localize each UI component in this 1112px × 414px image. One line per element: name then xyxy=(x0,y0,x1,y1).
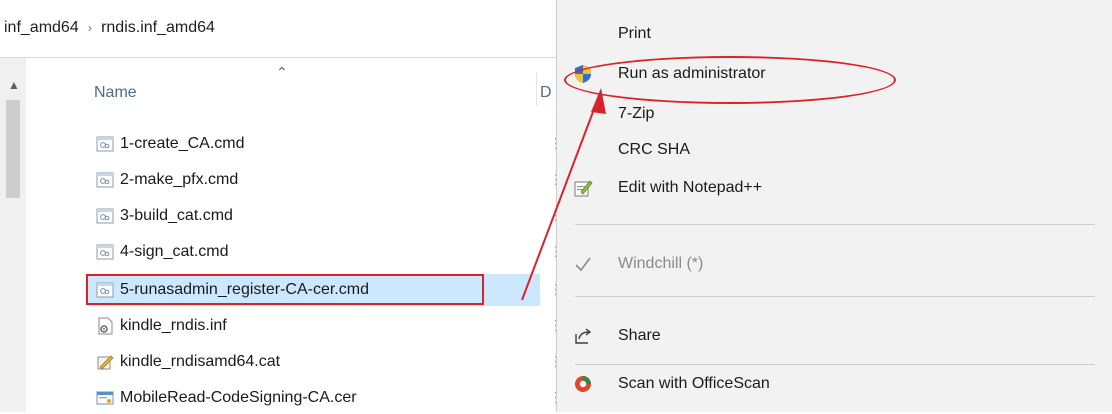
file-name: 4-sign_cat.cmd xyxy=(120,243,229,260)
breadcrumb: inf_amd64 › rndis.inf_amd64 xyxy=(4,19,215,37)
menu-item-scan-with-officescan[interactable]: Scan with OfficeScan xyxy=(557,366,1112,402)
file-row[interactable]: MobileRead-CodeSigning-CA.cer xyxy=(88,382,540,414)
scroll-up-arrow-icon[interactable]: ▲ xyxy=(8,78,20,92)
scrollbar-thumb[interactable] xyxy=(6,100,20,198)
certificate-file-icon xyxy=(96,391,114,405)
uac-shield-icon xyxy=(575,65,591,83)
file-row[interactable]: 1-create_CA.cmd xyxy=(88,128,540,160)
menu-item-label: Edit with Notepad++ xyxy=(618,179,763,196)
cmd-file-icon xyxy=(96,136,114,152)
file-row[interactable]: 3-build_cat.cmd xyxy=(88,200,540,232)
breadcrumb-separator-icon: › xyxy=(87,20,93,35)
file-name: MobileRead-CodeSigning-CA.cer xyxy=(120,389,357,406)
cmd-file-icon xyxy=(96,172,114,188)
context-menu: Print Run as administrator 7-Zip CRC SHA… xyxy=(556,0,1112,412)
file-row-selected[interactable]: 5-runasadmin_register-CA-cer.cmd xyxy=(88,274,540,306)
menu-item-label: Share xyxy=(618,327,661,344)
breadcrumb-item[interactable]: rndis.inf_amd64 xyxy=(101,19,215,36)
menu-item-7zip[interactable]: 7-Zip xyxy=(557,96,1112,132)
cmd-file-icon xyxy=(96,208,114,224)
cmd-file-icon xyxy=(96,244,114,260)
menu-item-label: Run as administrator xyxy=(618,65,766,82)
checkmark-icon xyxy=(575,257,591,272)
navigation-scrollbar[interactable]: ▲ xyxy=(0,58,26,412)
menu-item-run-as-administrator[interactable]: Run as administrator xyxy=(557,56,1112,92)
cmd-file-icon xyxy=(96,282,114,298)
menu-item-share[interactable]: Share xyxy=(557,318,1112,354)
menu-item-windchill[interactable]: Windchill (*) xyxy=(557,246,1112,282)
menu-item-label: Print xyxy=(618,25,651,42)
menu-item-label: CRC SHA xyxy=(618,141,691,158)
share-icon xyxy=(575,328,592,344)
officescan-icon xyxy=(575,376,591,392)
file-name: 1-create_CA.cmd xyxy=(120,135,245,152)
menu-item-label: Windchill (*) xyxy=(618,255,704,272)
menu-separator xyxy=(575,364,1095,365)
address-bar[interactable]: inf_amd64 › rndis.inf_amd64 xyxy=(0,0,556,58)
sort-ascending-icon: ⌃ xyxy=(276,64,288,80)
menu-item-crc-sha[interactable]: CRC SHA xyxy=(557,132,1112,168)
menu-item-label: Scan with OfficeScan xyxy=(618,375,770,392)
column-divider[interactable] xyxy=(536,72,537,106)
notepad-plus-plus-icon xyxy=(574,180,593,197)
menu-item-print[interactable]: Print xyxy=(557,16,1112,52)
inf-file-icon xyxy=(98,317,113,335)
file-name: 2-make_pfx.cmd xyxy=(120,171,239,188)
breadcrumb-item[interactable]: inf_amd64 xyxy=(4,19,79,36)
file-name: 5-runasadmin_register-CA-cer.cmd xyxy=(120,281,369,298)
menu-separator xyxy=(575,296,1095,297)
file-row[interactable]: kindle_rndisamd64.cat xyxy=(88,346,540,378)
column-header-name[interactable]: Name xyxy=(94,84,137,102)
catalog-file-icon xyxy=(97,355,114,370)
menu-item-label: 7-Zip xyxy=(618,105,655,122)
file-name: 3-build_cat.cmd xyxy=(120,207,233,224)
file-name: kindle_rndis.inf xyxy=(120,317,227,334)
menu-separator xyxy=(575,224,1095,225)
column-header-date[interactable]: D xyxy=(540,84,552,102)
file-row[interactable]: 4-sign_cat.cmd xyxy=(88,236,540,268)
file-explorer-pane: inf_amd64 › rndis.inf_amd64 ▲ ⌃ Name D 1-c… xyxy=(0,0,563,414)
file-name: kindle_rndisamd64.cat xyxy=(120,353,281,370)
menu-item-edit-with-notepad-plus-plus[interactable]: Edit with Notepad++ xyxy=(557,170,1112,206)
file-row[interactable]: 2-make_pfx.cmd xyxy=(88,164,540,196)
file-row[interactable]: kindle_rndis.inf xyxy=(88,310,540,342)
